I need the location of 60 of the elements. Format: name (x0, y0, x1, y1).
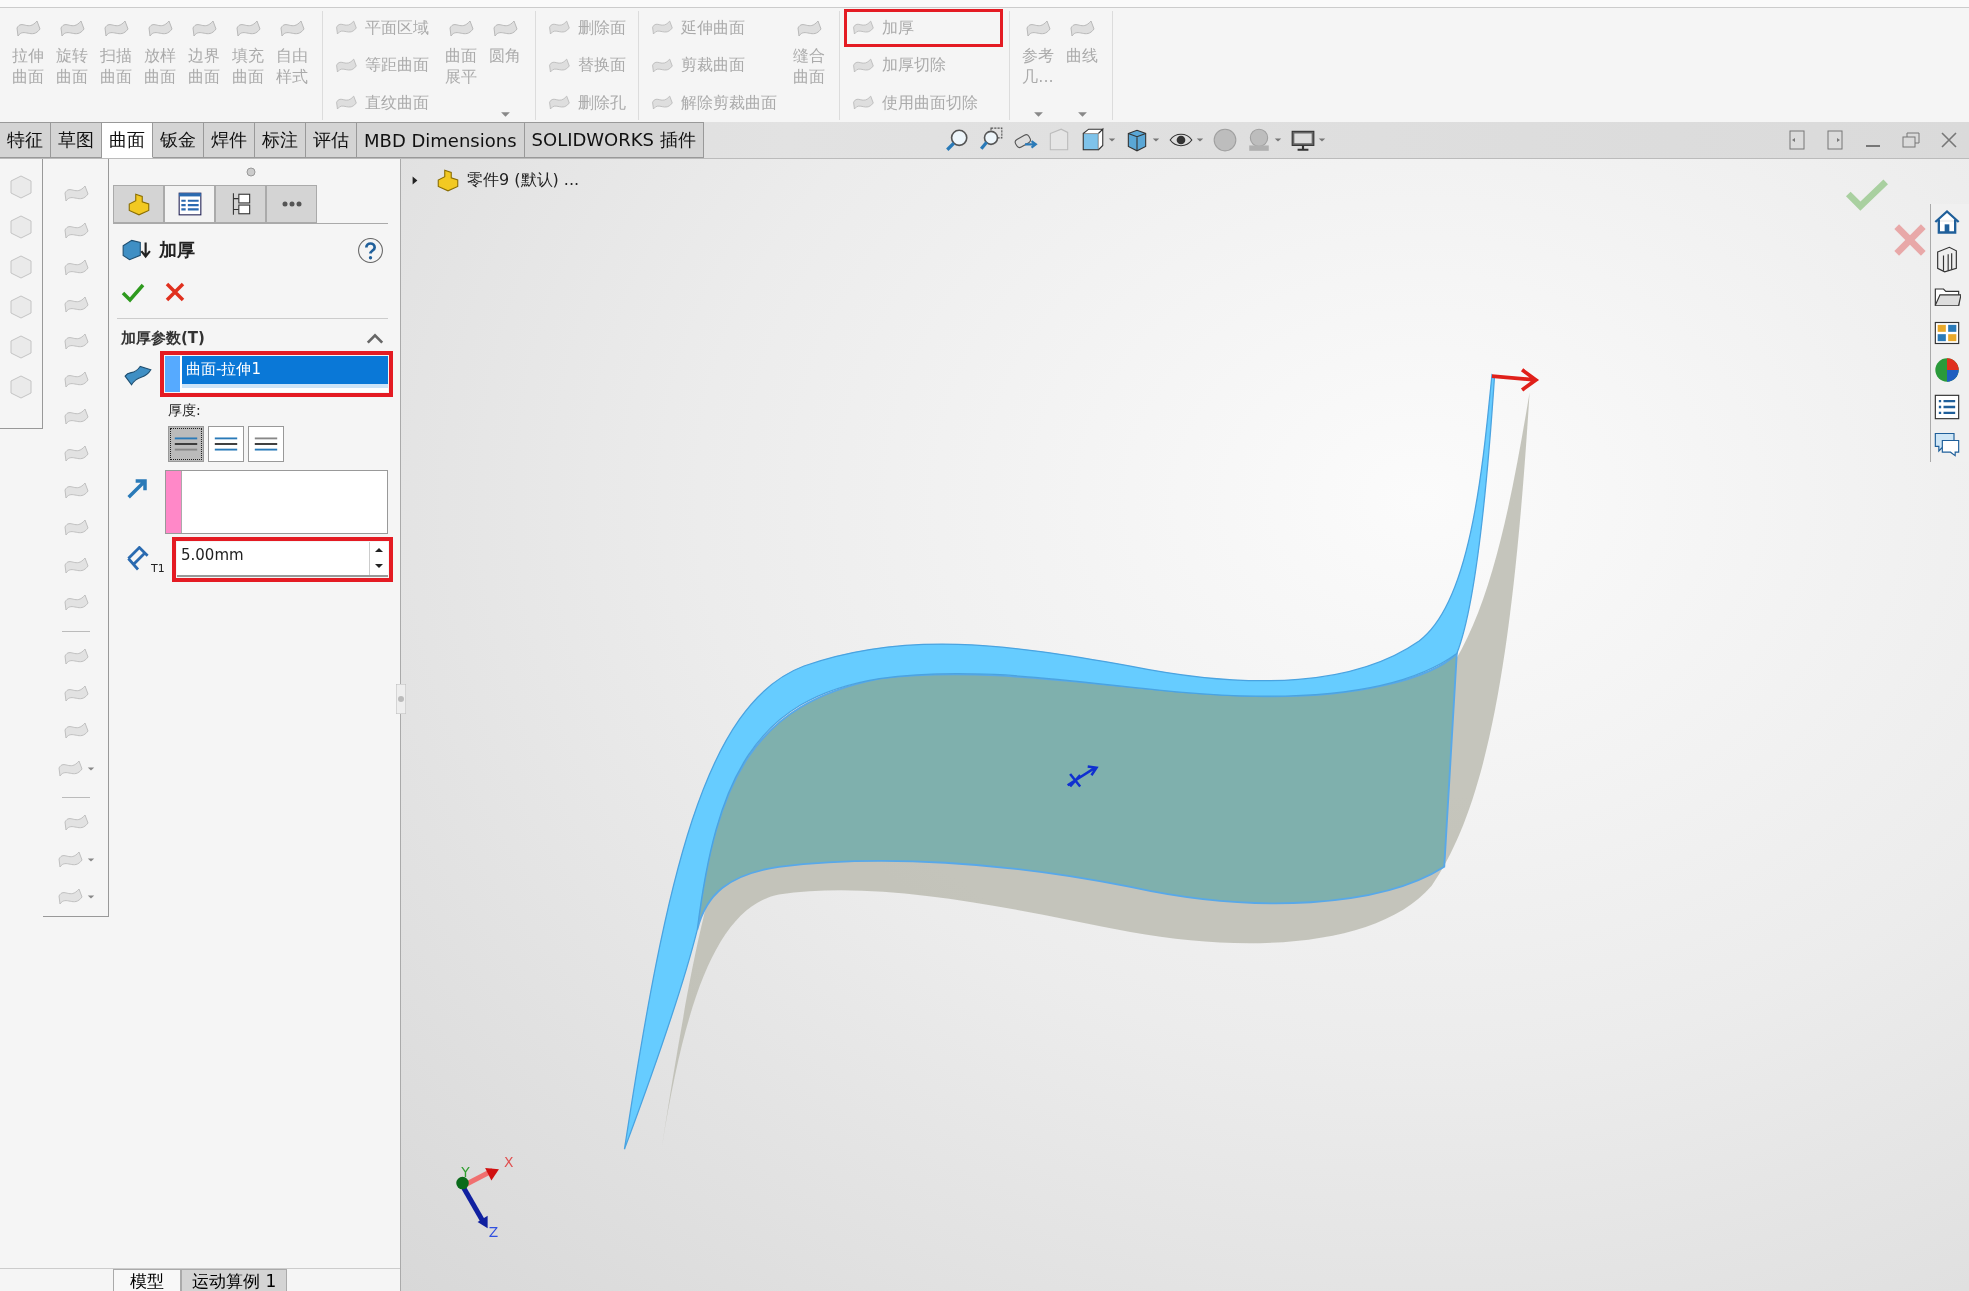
thickness-side-button[interactable] (248, 426, 284, 462)
ribbon-tab[interactable]: 评估 (306, 122, 357, 158)
help-icon[interactable] (357, 236, 384, 264)
caret-icon[interactable] (1273, 137, 1282, 143)
collapse-icon[interactable] (366, 332, 384, 345)
caret-icon[interactable] (87, 857, 95, 864)
direction-arrow (1490, 367, 1540, 392)
ribbon-tab[interactable]: SOLIDWORKS 插件 (524, 122, 704, 158)
field-label: 厚度: (168, 402, 202, 420)
panel-tab[interactable] (164, 185, 215, 223)
caret-icon[interactable] (87, 765, 95, 772)
collapse-handle-icon[interactable] (396, 684, 406, 714)
magnifier-icon[interactable] (943, 127, 970, 153)
panel-tab[interactable] (215, 185, 266, 223)
grid-icon[interactable] (1933, 319, 1961, 347)
ribbon-tab[interactable]: 曲面 (102, 122, 153, 158)
panel-right-icon[interactable] (1825, 130, 1845, 150)
caret-icon[interactable] (1151, 137, 1160, 143)
thickness-dimension-icon (127, 546, 149, 571)
origin-icon (1066, 765, 1099, 788)
ribbon-tab[interactable]: MBD Dimensions (357, 122, 525, 158)
section-title: 加厚参数(T) (121, 329, 205, 348)
expand-icon[interactable] (411, 174, 419, 186)
icon-label: T1 (151, 562, 165, 575)
panel-title: 加厚 (159, 238, 195, 262)
caret-icon[interactable] (1195, 137, 1204, 143)
direction-list[interactable] (165, 470, 388, 534)
list-icon[interactable] (1933, 393, 1961, 421)
axis-triad-drawing (456, 1168, 499, 1229)
list-icon (176, 191, 203, 217)
thickness-side-button[interactable] (208, 426, 244, 462)
color-ball-icon[interactable] (1933, 356, 1961, 384)
axis-label: Z (488, 1224, 499, 1241)
part-icon[interactable] (435, 167, 461, 193)
model-tab[interactable]: 模型 (113, 1269, 181, 1291)
chat-icon[interactable] (1933, 430, 1961, 458)
magnifier-icon[interactable] (977, 127, 1004, 153)
thicken-icon (121, 237, 151, 263)
grip-icon[interactable] (245, 167, 256, 177)
restore-icon[interactable] (1901, 130, 1921, 150)
caret-icon[interactable] (1317, 137, 1326, 143)
panel-tab[interactable] (266, 185, 317, 223)
ribbon-tab[interactable]: 草图 (51, 122, 102, 158)
thickness-side-button[interactable] (168, 426, 204, 462)
close-icon[interactable] (1939, 130, 1959, 150)
sphere-icon[interactable] (1211, 127, 1238, 153)
list-item[interactable]: 曲面-拉伸1 (182, 356, 388, 388)
cancel-icon[interactable] (163, 280, 187, 304)
part-name[interactable]: 零件9 (默认) ... (467, 169, 580, 191)
ribbon-tab[interactable]: 特征 (0, 122, 51, 158)
caret-icon[interactable] (1107, 137, 1116, 143)
axis-label: X (503, 1153, 514, 1170)
model-tab[interactable]: 运动算例 1 (181, 1269, 288, 1291)
axis-label: Y (461, 1163, 470, 1180)
caret-icon[interactable] (87, 894, 95, 901)
house-icon[interactable] (1933, 208, 1961, 236)
ribbon-tab[interactable]: 钣金 (153, 122, 204, 158)
ribbon-tab[interactable]: 标注 (255, 122, 306, 158)
panel-left-icon[interactable] (1787, 130, 1807, 150)
ribbon-tab[interactable]: 焊件 (204, 122, 255, 158)
